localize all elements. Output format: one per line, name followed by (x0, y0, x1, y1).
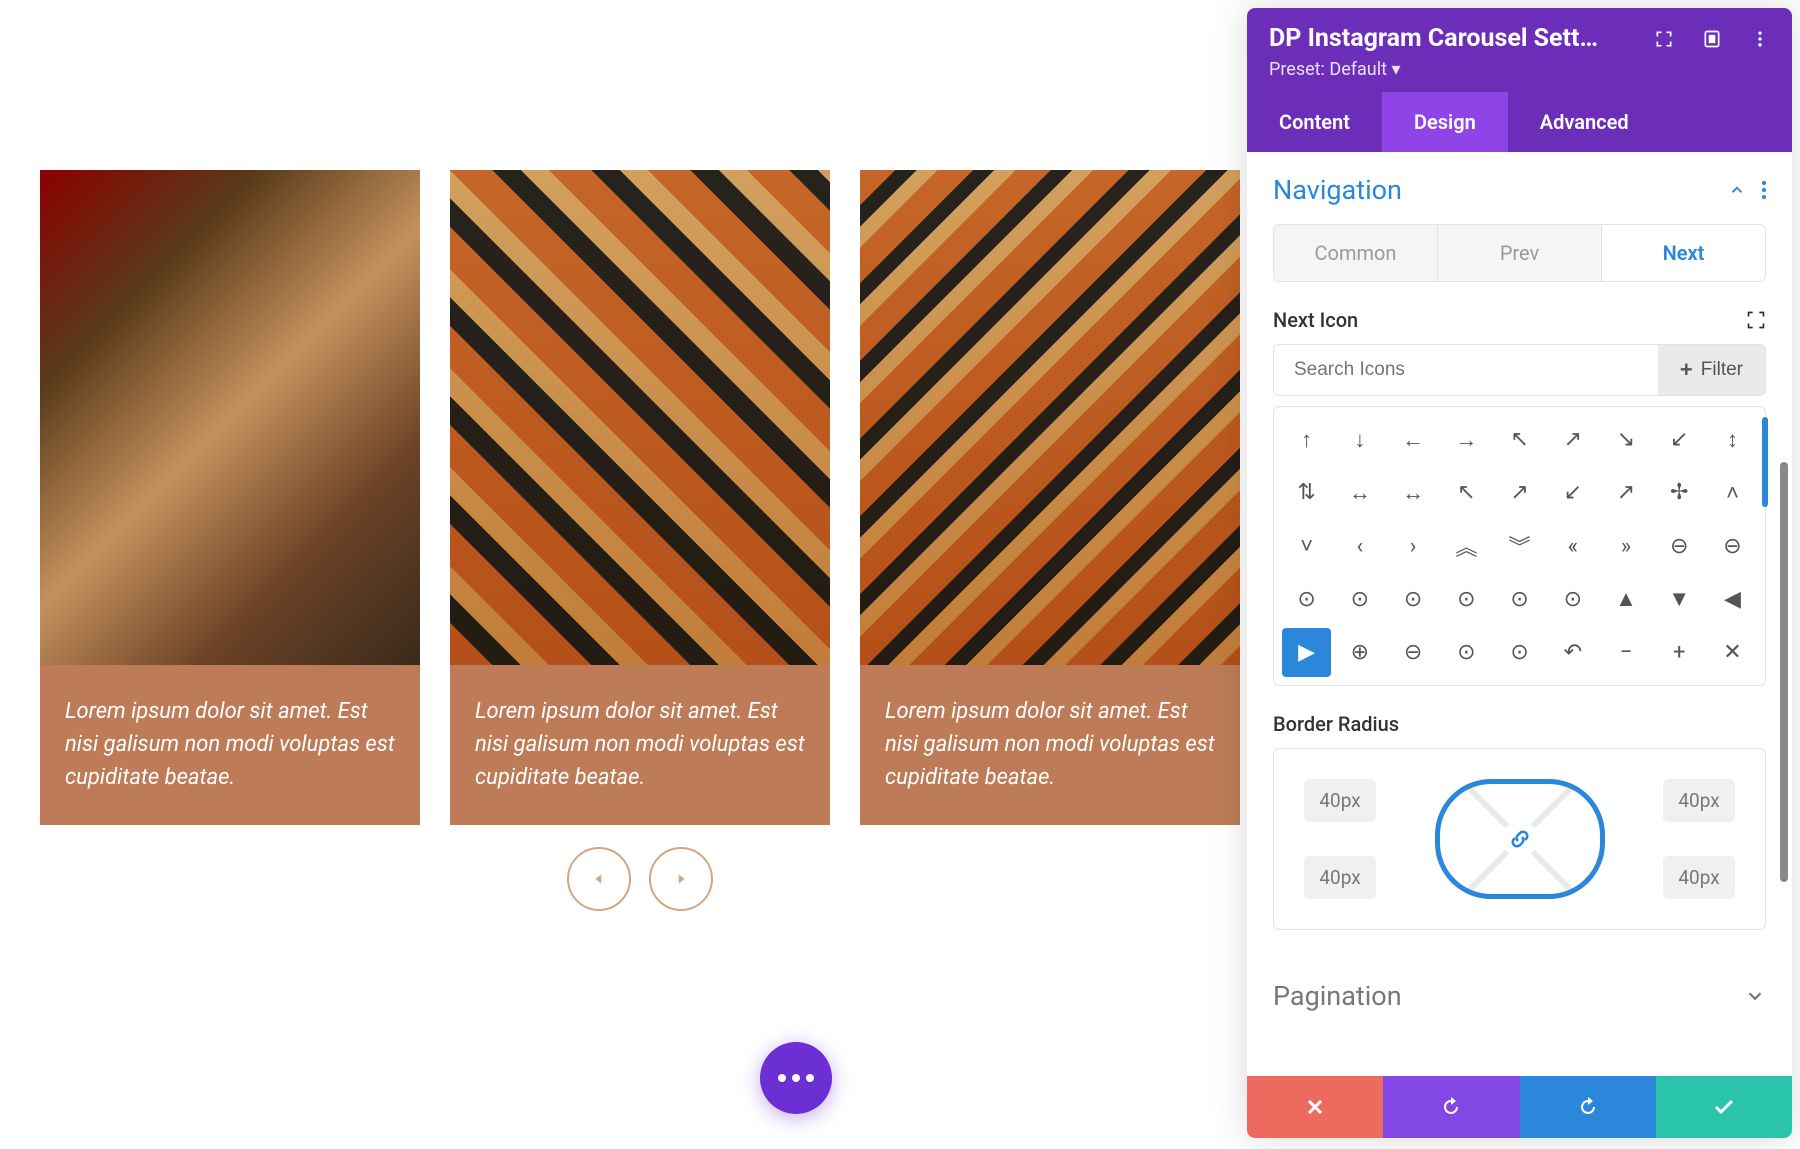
icon-option[interactable]: ⊖ (1388, 628, 1437, 677)
next-icon-label: Next Icon (1273, 308, 1358, 332)
subtab-common[interactable]: Common (1274, 225, 1438, 281)
section-menu-icon[interactable] (1762, 181, 1766, 199)
icon-option[interactable]: « (1548, 521, 1597, 570)
icon-option[interactable]: ⊙ (1495, 628, 1544, 677)
search-icons-input[interactable] (1274, 345, 1658, 395)
icon-option[interactable]: ︾ (1495, 521, 1544, 570)
carousel-card: Lorem ipsum dolor sit amet. Est nisi gal… (860, 170, 1240, 825)
carousel-next-button[interactable] (649, 847, 713, 911)
responsive-icon[interactable] (1702, 29, 1722, 49)
panel-footer (1247, 1076, 1792, 1138)
icon-option[interactable]: ↓ (1335, 415, 1384, 464)
card-image (40, 170, 420, 665)
icon-option[interactable]: › (1388, 521, 1437, 570)
icon-option[interactable]: ↕ (1708, 415, 1757, 464)
panel-title: DP Instagram Carousel Sett… (1269, 24, 1598, 53)
border-radius-tl[interactable]: 40px (1304, 779, 1376, 822)
carousel-card: Lorem ipsum dolor sit amet. Est nisi gal… (40, 170, 420, 825)
icon-option[interactable]: ⊙ (1442, 628, 1491, 677)
panel-tabs: Content Design Advanced (1247, 92, 1792, 152)
save-button[interactable] (1656, 1076, 1792, 1138)
filter-button[interactable]: + Filter (1658, 345, 1765, 395)
tab-advanced[interactable]: Advanced (1508, 92, 1661, 152)
card-image (860, 170, 1240, 665)
icon-option[interactable]: ↙ (1655, 415, 1704, 464)
carousel-card: Lorem ipsum dolor sit amet. Est nisi gal… (450, 170, 830, 825)
icon-option[interactable]: ⊙ (1548, 575, 1597, 624)
icon-option[interactable]: ⊙ (1335, 575, 1384, 624)
card-caption: Lorem ipsum dolor sit amet. Est nisi gal… (860, 665, 1240, 825)
icon-option[interactable]: → (1442, 415, 1491, 464)
carousel-preview: Lorem ipsum dolor sit amet. Est nisi gal… (40, 170, 1240, 911)
icon-option[interactable]: ↗ (1548, 415, 1597, 464)
icon-option[interactable]: ˅ (1282, 521, 1331, 570)
icon-option[interactable]: ↗ (1601, 468, 1650, 517)
icon-option[interactable]: ▲ (1601, 575, 1650, 624)
kebab-icon[interactable] (1750, 29, 1770, 49)
icon-option[interactable]: ▶ (1282, 628, 1331, 677)
icon-option[interactable]: ↗ (1495, 468, 1544, 517)
icon-option[interactable]: ◀ (1708, 575, 1757, 624)
icon-option[interactable]: ↘ (1601, 415, 1650, 464)
icon-grid-scrollbar[interactable] (1762, 417, 1768, 507)
link-values-toggle[interactable] (1502, 821, 1538, 857)
redo-button[interactable] (1520, 1076, 1656, 1138)
tab-content[interactable]: Content (1247, 92, 1382, 152)
icon-option[interactable]: » (1601, 521, 1650, 570)
icon-option[interactable]: ˄ (1708, 468, 1757, 517)
border-radius-label: Border Radius (1273, 712, 1399, 736)
border-radius-control: 40px 40px 40px 40px (1273, 748, 1766, 930)
icon-option[interactable]: ⊙ (1388, 575, 1437, 624)
border-radius-br[interactable]: 40px (1663, 856, 1735, 899)
icon-option[interactable]: ✕ (1708, 628, 1757, 677)
icon-option[interactable]: ⇅ (1282, 468, 1331, 517)
undo-button[interactable] (1383, 1076, 1519, 1138)
icon-option[interactable]: ↔ (1335, 468, 1384, 517)
preset-selector[interactable]: Preset: Default ▾ (1269, 59, 1770, 80)
icon-option[interactable]: ⊙ (1495, 575, 1544, 624)
icon-option[interactable]: ⊖ (1708, 521, 1757, 570)
icon-option[interactable]: ︽ (1442, 521, 1491, 570)
carousel-prev-button[interactable] (567, 847, 631, 911)
subtab-prev[interactable]: Prev (1438, 225, 1602, 281)
icon-option[interactable]: ↑ (1282, 415, 1331, 464)
expand-icon[interactable] (1654, 29, 1674, 49)
border-radius-bl[interactable]: 40px (1304, 856, 1376, 899)
icon-option[interactable]: − (1601, 628, 1650, 677)
expand-section-icon[interactable] (1744, 985, 1766, 1007)
panel-scrollbar[interactable] (1780, 462, 1788, 882)
icon-option[interactable]: ↖ (1495, 415, 1544, 464)
collapse-icon[interactable] (1728, 181, 1746, 199)
icon-option[interactable]: ⊖ (1655, 521, 1704, 570)
border-radius-tr[interactable]: 40px (1663, 779, 1735, 822)
icon-option[interactable]: ↙ (1548, 468, 1597, 517)
icon-option[interactable]: ⊕ (1335, 628, 1384, 677)
section-title-navigation[interactable]: Navigation (1273, 174, 1402, 206)
card-caption: Lorem ipsum dolor sit amet. Est nisi gal… (450, 665, 830, 825)
icon-option[interactable]: ⊙ (1442, 575, 1491, 624)
icon-picker-grid: ↑↓←→↖↗↘↙↕⇅↔↔↖↗↙↗✢˄˅‹›︽︾«»⊖⊖⊙⊙⊙⊙⊙⊙▲▼◀▶⊕⊖⊙… (1273, 406, 1766, 686)
icon-option[interactable]: ↶ (1548, 628, 1597, 677)
fab-menu-button[interactable] (760, 1042, 832, 1114)
card-caption: Lorem ipsum dolor sit amet. Est nisi gal… (40, 665, 420, 825)
fullscreen-icon[interactable] (1746, 310, 1766, 330)
settings-panel: DP Instagram Carousel Sett… Preset: Defa… (1247, 8, 1792, 1138)
icon-option[interactable]: ↖ (1442, 468, 1491, 517)
border-radius-preview (1435, 779, 1605, 899)
subtab-next[interactable]: Next (1602, 225, 1765, 281)
icon-option[interactable]: ↔ (1388, 468, 1437, 517)
section-title-pagination[interactable]: Pagination (1273, 980, 1402, 1012)
tab-design[interactable]: Design (1382, 92, 1508, 152)
panel-header: DP Instagram Carousel Sett… Preset: Defa… (1247, 8, 1792, 92)
navigation-subtabs: Common Prev Next (1273, 224, 1766, 282)
icon-option[interactable]: + (1655, 628, 1704, 677)
card-image (450, 170, 830, 665)
icon-option[interactable]: ⊙ (1282, 575, 1331, 624)
icon-option[interactable]: ‹ (1335, 521, 1384, 570)
icon-option[interactable]: ← (1388, 415, 1437, 464)
cancel-button[interactable] (1247, 1076, 1383, 1138)
icon-option[interactable]: ✢ (1655, 468, 1704, 517)
icon-option[interactable]: ▼ (1655, 575, 1704, 624)
